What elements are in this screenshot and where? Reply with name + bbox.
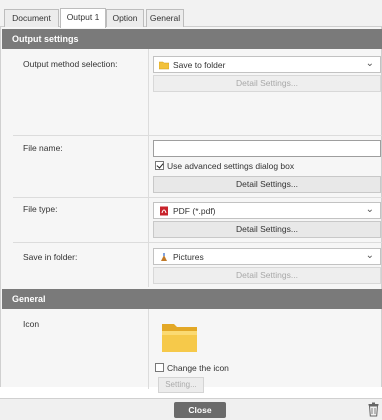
chevron-down-icon: ⌄ [365, 204, 374, 215]
pdf-icon [160, 206, 168, 216]
file-type-dropdown[interactable]: PDF (*.pdf) ⌄ [153, 202, 381, 219]
close-button[interactable]: Close [174, 402, 226, 418]
tab-option[interactable]: Option [106, 9, 144, 27]
trash-icon[interactable] [368, 402, 379, 417]
folder-icon [162, 324, 197, 352]
file-type-detail-button[interactable]: Detail Settings... [153, 221, 381, 238]
save-in-folder-detail-button[interactable]: Detail Settings... [153, 267, 381, 284]
file-name-input[interactable] [153, 140, 381, 157]
footer-bar: Close [0, 398, 382, 420]
file-name-detail-button[interactable]: Detail Settings... [153, 176, 381, 193]
output-method-label: Output method selection: [23, 59, 118, 69]
file-name-label: File name: [23, 143, 63, 153]
settings-panel: Output settings Output method selection:… [0, 27, 382, 389]
file-type-label: File type: [23, 204, 58, 214]
file-type-value: PDF (*.pdf) [173, 206, 216, 216]
column-divider [148, 49, 149, 287]
checkbox-checked[interactable] [155, 161, 164, 170]
advanced-settings-label: Use advanced settings dialog box [167, 161, 295, 171]
output-method-dropdown[interactable]: Save to folder ⌄ [153, 56, 381, 73]
pictures-icon [161, 253, 167, 261]
chevron-down-icon: ⌄ [365, 58, 374, 69]
row-divider [13, 242, 382, 243]
save-in-folder-value: Pictures [173, 252, 204, 262]
tab-general[interactable]: General [146, 9, 184, 27]
save-in-folder-label: Save in folder: [23, 252, 78, 262]
output-method-value: Save to folder [173, 60, 226, 70]
output-method-detail-button[interactable]: Detail Settings... [153, 75, 381, 92]
tab-output-1[interactable]: Output 1 [60, 8, 106, 28]
tab-document[interactable]: Document [4, 9, 59, 27]
chevron-down-icon: ⌄ [365, 250, 374, 261]
advanced-settings-checkbox[interactable]: Use advanced settings dialog box [155, 161, 294, 171]
tab-bar: Document Output 1 Option General [0, 0, 382, 28]
change-icon-label: Change the icon [167, 363, 229, 373]
setting-button[interactable]: Setting... [158, 377, 204, 393]
general-header: General [2, 289, 382, 309]
row-divider [13, 197, 382, 198]
column-divider-general [148, 309, 149, 389]
output-settings-header: Output settings [2, 29, 382, 49]
folder-icon [159, 61, 169, 70]
checkbox-unchecked[interactable] [155, 363, 164, 372]
icon-label: Icon [23, 319, 40, 329]
save-in-folder-dropdown[interactable]: Pictures ⌄ [153, 248, 381, 265]
row-divider [13, 135, 382, 136]
change-icon-checkbox[interactable]: Change the icon [155, 363, 229, 373]
